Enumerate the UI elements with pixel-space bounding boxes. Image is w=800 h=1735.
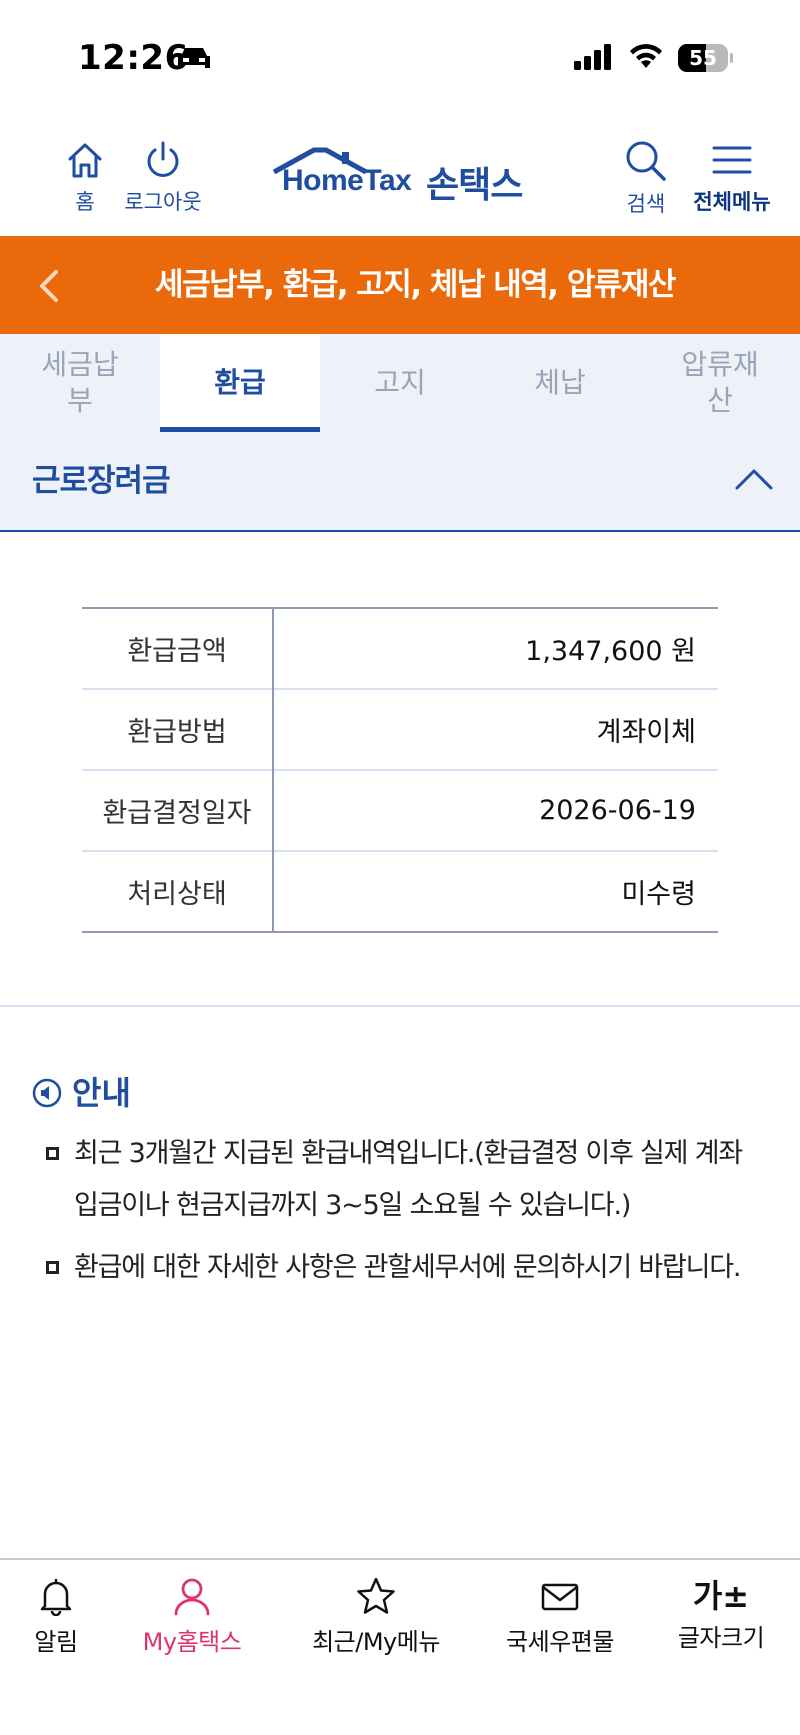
- status-time: 12:26: [78, 38, 189, 78]
- notice-text: 최근 3개월간 지급된 환급내역입니다.(환급결정 이후 실제 계좌 입금이나 …: [74, 1138, 743, 1221]
- tab-tax-payment[interactable]: 세금납부: [0, 334, 160, 432]
- tab-label: 고지: [374, 366, 426, 399]
- tab-label: 환급: [214, 366, 266, 399]
- logout-label: 로그아웃: [124, 190, 202, 214]
- font-size-icon: 가±: [692, 1577, 750, 1615]
- table-row: 환급결정일자 2026-06-19: [82, 769, 718, 851]
- bottom-navigation: 알림 My홈택스 최근/My메뉴 국세우편물 가± 글자크기: [0, 1558, 800, 1735]
- processing-status-label: 처리상태: [82, 850, 274, 932]
- nav-label: 알림: [34, 1628, 78, 1656]
- hometax-logo[interactable]: HomeTax 손택스: [270, 146, 540, 206]
- tab-seized-property[interactable]: 압류재산: [640, 334, 800, 432]
- tab-refund[interactable]: 환급: [160, 334, 320, 432]
- car-icon: [178, 48, 210, 68]
- speaker-icon: [32, 1078, 62, 1108]
- section-header[interactable]: 근로장려금: [0, 432, 800, 532]
- nav-alarm[interactable]: 알림: [26, 1576, 86, 1657]
- nav-label: 글자크기: [677, 1624, 765, 1652]
- nav-recent-my-menu[interactable]: 최근/My메뉴: [296, 1576, 456, 1657]
- tab-notice[interactable]: 고지: [320, 334, 480, 432]
- square-bullet-icon: [46, 1261, 59, 1274]
- tab-label: 세금납부: [41, 348, 119, 417]
- home-label: 홈: [75, 190, 95, 214]
- tab-arrears[interactable]: 체납: [480, 334, 640, 432]
- chevron-up-icon[interactable]: [734, 466, 774, 492]
- table-row: 처리상태 미수령: [82, 850, 718, 932]
- battery-icon: 55: [678, 44, 733, 72]
- bell-icon: [40, 1578, 72, 1617]
- list-item: 환급에 대한 자세한 사항은 관할세무서에 문의하시기 바랍니다.: [44, 1242, 764, 1294]
- search-icon: [626, 141, 666, 181]
- nav-my-hometax[interactable]: My홈택스: [132, 1576, 252, 1657]
- nav-tax-mail[interactable]: 국세우편물: [490, 1576, 630, 1657]
- table-row: 환급방법 계좌이체: [82, 688, 718, 770]
- status-bar: 12:26 55: [0, 0, 800, 110]
- refund-amount-value: 1,347,600 원: [525, 636, 696, 667]
- refund-decision-date-value: 2026-06-19: [273, 769, 718, 851]
- search-button[interactable]: 검색: [616, 140, 676, 218]
- tab-label: 체납: [534, 366, 586, 399]
- refund-decision-date-label: 환급결정일자: [82, 769, 274, 851]
- logo-text: HomeTax: [282, 164, 412, 197]
- logout-button[interactable]: 로그아웃: [118, 140, 208, 216]
- full-menu-button[interactable]: 전체메뉴: [682, 140, 782, 216]
- processing-status-value: 미수령: [273, 850, 718, 932]
- wifi-icon: [630, 44, 662, 68]
- section-divider: [0, 1005, 800, 1007]
- square-bullet-icon: [46, 1147, 59, 1160]
- battery-level: 55: [689, 46, 717, 70]
- table-row: 환급금액 1,347,600 원: [82, 608, 718, 689]
- notice-text: 환급에 대한 자세한 사항은 관할세무서에 문의하시기 바랍니다.: [74, 1252, 742, 1283]
- notice-title: 안내: [72, 1074, 131, 1112]
- home-button[interactable]: 홈: [60, 140, 110, 216]
- home-icon: [68, 143, 102, 178]
- full-menu-label: 전체메뉴: [693, 190, 771, 214]
- logo-brand: 손택스: [426, 165, 523, 206]
- refund-amount-label: 환급금액: [82, 608, 274, 689]
- section-title: 근로장려금: [32, 463, 171, 499]
- page-title: 세금납부, 환급, 고지, 체납 내역, 압류재산: [155, 267, 676, 303]
- nav-font-size[interactable]: 가± 글자크기: [668, 1576, 774, 1653]
- refund-detail-table: 환급금액 1,347,600 원 환급방법 계좌이체 환급결정일자 2026-0…: [82, 607, 718, 933]
- nav-label: My홈택스: [142, 1628, 242, 1656]
- notice-list: 최근 3개월간 지급된 환급내역입니다.(환급결정 이후 실제 계좌 입금이나 …: [44, 1128, 764, 1304]
- app-header: 홈 로그아웃 HomeTax 손택스 검색 전체메뉴: [0, 110, 800, 236]
- list-item: 최근 3개월간 지급된 환급내역입니다.(환급결정 이후 실제 계좌 입금이나 …: [44, 1128, 764, 1232]
- back-chevron-icon[interactable]: [36, 266, 64, 306]
- cellular-signal-icon: [574, 44, 611, 70]
- refund-method-label: 환급방법: [82, 688, 274, 770]
- hamburger-menu-icon: [712, 146, 752, 174]
- person-icon: [174, 1578, 210, 1616]
- star-icon: [357, 1577, 395, 1614]
- envelope-icon: [541, 1583, 579, 1611]
- page-title-bar: 세금납부, 환급, 고지, 체납 내역, 압류재산: [0, 236, 800, 334]
- tab-label: 압류재산: [681, 348, 759, 417]
- nav-label: 최근/My메뉴: [312, 1628, 440, 1656]
- tab-bar: 세금납부 환급 고지 체납 압류재산: [0, 334, 800, 432]
- refund-method-value: 계좌이체: [273, 688, 718, 770]
- search-label: 검색: [626, 192, 666, 216]
- nav-label: 국세우편물: [506, 1628, 614, 1656]
- power-icon: [147, 141, 179, 177]
